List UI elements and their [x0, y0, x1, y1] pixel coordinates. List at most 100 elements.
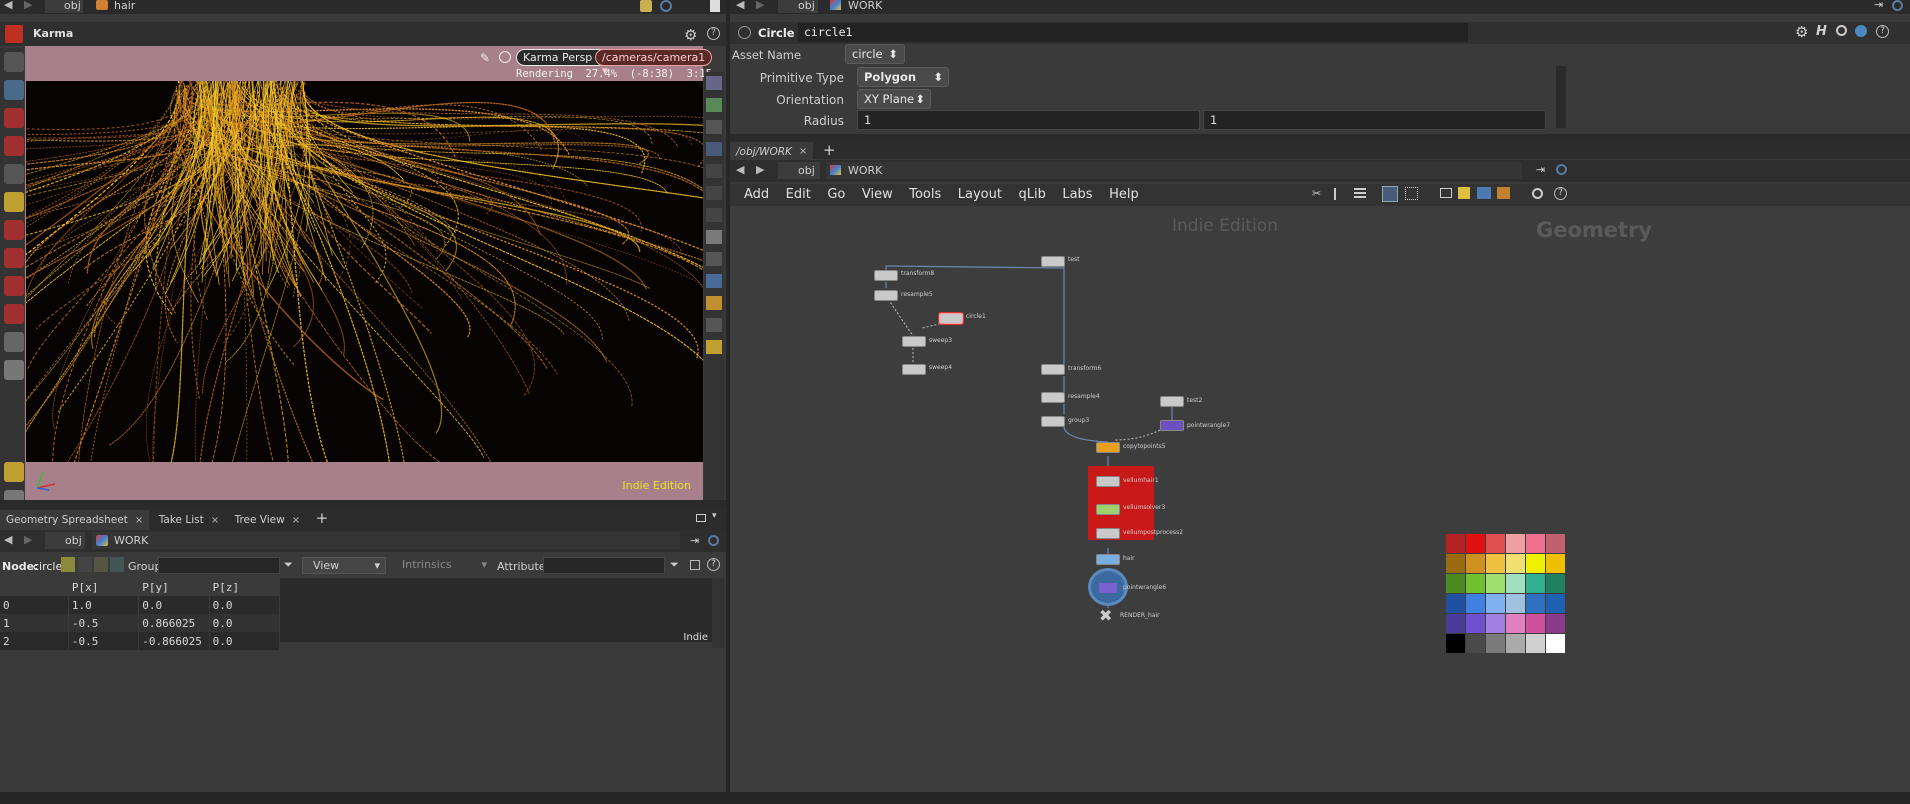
color-swatch[interactable] — [1466, 534, 1485, 553]
wrench-icon[interactable]: ✂ — [1312, 187, 1321, 200]
tab-tree-view[interactable]: Tree View × — [229, 510, 307, 530]
points-mode-icon[interactable] — [61, 557, 75, 572]
node-vellumhair1[interactable] — [1096, 476, 1120, 487]
target-icon[interactable] — [1556, 164, 1567, 175]
vertices-mode-icon[interactable] — [78, 557, 92, 572]
menu-labs[interactable]: Labs — [1062, 187, 1092, 202]
grid-view-icon[interactable] — [1382, 186, 1398, 202]
forward-arrow-icon[interactable]: ▶ — [24, 0, 32, 11]
attributes-field[interactable] — [543, 557, 665, 574]
radius-x-field[interactable]: 1 — [857, 110, 1200, 130]
light2-icon[interactable] — [706, 186, 722, 200]
menu-qlib[interactable]: qLib — [1018, 187, 1045, 202]
lock-icon[interactable] — [499, 51, 511, 63]
header-cell[interactable]: P[x] — [68, 578, 140, 596]
filter-attrs-icon[interactable]: ⏷ — [670, 558, 679, 572]
box-icon[interactable] — [1497, 187, 1510, 199]
grid-snap-icon[interactable] — [1405, 187, 1418, 200]
back-arrow-icon[interactable]: ◀ — [4, 0, 12, 11]
color-swatch[interactable] — [1466, 634, 1485, 653]
hda-icon[interactable]: H — [1816, 24, 1827, 39]
pause-icon[interactable] — [706, 274, 722, 288]
menu-add[interactable]: Add — [744, 187, 769, 202]
color-swatch[interactable] — [1446, 614, 1465, 633]
network-editor[interactable]: Indie Edition Geometry test transform8 r… — [730, 206, 1910, 804]
tab-take-list[interactable]: Take List × — [153, 510, 225, 530]
menu-help[interactable]: Help — [1109, 187, 1139, 202]
gear-icon[interactable]: ⚙ — [1795, 23, 1808, 41]
table-row[interactable]: 0 1.0 0.0 0.0 — [0, 596, 281, 614]
table-row[interactable]: 2 -0.5 -0.866025 0.0 — [0, 632, 281, 650]
color-swatch[interactable] — [1506, 614, 1525, 633]
move-tool-icon[interactable] — [4, 136, 24, 156]
target-icon[interactable] — [660, 0, 672, 12]
add-tab-icon[interactable]: + — [310, 508, 335, 528]
node-hair[interactable] — [1096, 554, 1120, 565]
color-swatch[interactable] — [1506, 554, 1525, 573]
pencil-icon[interactable]: ✎ — [480, 51, 494, 65]
tab-geometry-spreadsheet[interactable]: Geometry Spreadsheet × — [0, 510, 150, 530]
path-obj[interactable]: obj — [778, 162, 820, 179]
pane-dropdown-icon[interactable]: ▾ — [712, 511, 717, 521]
close-icon[interactable]: × — [211, 515, 219, 526]
color-swatch[interactable] — [1486, 634, 1505, 653]
path-work[interactable]: WORK — [826, 162, 1522, 179]
target-icon[interactable] — [708, 535, 719, 546]
color-swatch[interactable] — [1466, 574, 1485, 593]
add-tab-icon[interactable]: + — [817, 140, 842, 159]
group-field[interactable] — [158, 557, 280, 574]
path-obj[interactable]: obj — [45, 532, 85, 549]
close-icon[interactable]: × — [292, 515, 300, 526]
node-sweep3[interactable] — [902, 336, 926, 347]
color-swatch[interactable] — [1446, 594, 1465, 613]
light3-icon[interactable] — [706, 208, 722, 222]
asset-dropdown[interactable]: circle ⬍ — [845, 44, 905, 64]
node-pointwrangle7[interactable] — [1160, 420, 1184, 431]
pane-divider[interactable] — [0, 500, 726, 508]
menu-edit[interactable]: Edit — [786, 187, 811, 202]
menu-layout[interactable]: Layout — [958, 187, 1002, 202]
table-row[interactable]: 1 -0.5 0.866025 0.0 — [0, 614, 281, 632]
color-swatch[interactable] — [1526, 594, 1545, 613]
node-vellumpostprocess2[interactable] — [1096, 528, 1120, 539]
karma-viewport[interactable]: ✎ Karma Persp ▾ /cameras/camera1 ▾ Rende… — [25, 46, 713, 500]
menu-tools[interactable]: Tools — [909, 187, 941, 202]
params-scrollbar[interactable] — [1556, 66, 1566, 128]
path-obj[interactable]: obj — [45, 0, 83, 13]
lock-tool-icon[interactable] — [4, 80, 24, 100]
search-icon[interactable] — [1532, 188, 1543, 199]
magnet2-tool-icon[interactable] — [4, 276, 24, 296]
color-swatch[interactable] — [1546, 554, 1565, 573]
header-cell[interactable]: P[z] — [209, 578, 281, 596]
node-vellumsolver3[interactable] — [1096, 504, 1120, 515]
light-icon[interactable] — [706, 164, 722, 178]
node-transform6[interactable] — [1041, 364, 1065, 375]
color-swatch[interactable] — [1446, 534, 1465, 553]
camera-path-dropdown[interactable]: /cameras/camera1 ▾ — [595, 49, 713, 77]
view-dropdown[interactable]: View ▾ — [302, 557, 386, 574]
color-swatch[interactable] — [1506, 594, 1525, 613]
color-swatch[interactable] — [1486, 594, 1505, 613]
node-transform8[interactable] — [874, 270, 898, 281]
orientation-dropdown[interactable]: XY Plane ⬍ — [857, 89, 931, 109]
color-swatch[interactable] — [1446, 554, 1465, 573]
color-swatch[interactable] — [1446, 634, 1465, 653]
color-swatch[interactable] — [1466, 554, 1485, 573]
path-work[interactable]: WORK — [826, 0, 1526, 13]
list-icon[interactable] — [1354, 188, 1366, 200]
color-swatch[interactable] — [1486, 614, 1505, 633]
tool-b-icon[interactable] — [706, 318, 722, 332]
select-tool-icon[interactable] — [4, 52, 24, 72]
pin-icon[interactable]: ⇥ — [690, 534, 699, 547]
network-icon[interactable] — [1440, 188, 1452, 198]
forward-arrow-icon[interactable]: ▶ — [24, 533, 32, 546]
view-tool-icon[interactable] — [4, 332, 24, 352]
detail-mode-icon[interactable] — [110, 557, 124, 572]
info-icon[interactable] — [1855, 25, 1867, 37]
path-work[interactable]: WORK — [92, 532, 680, 549]
color-swatch[interactable] — [1546, 594, 1565, 613]
help-icon[interactable]: ? — [1554, 187, 1567, 200]
node-resample5[interactable] — [874, 290, 898, 301]
tab-network[interactable]: /obj/WORK × — [730, 142, 814, 161]
spreadsheet-scrollbar[interactable] — [712, 578, 724, 648]
